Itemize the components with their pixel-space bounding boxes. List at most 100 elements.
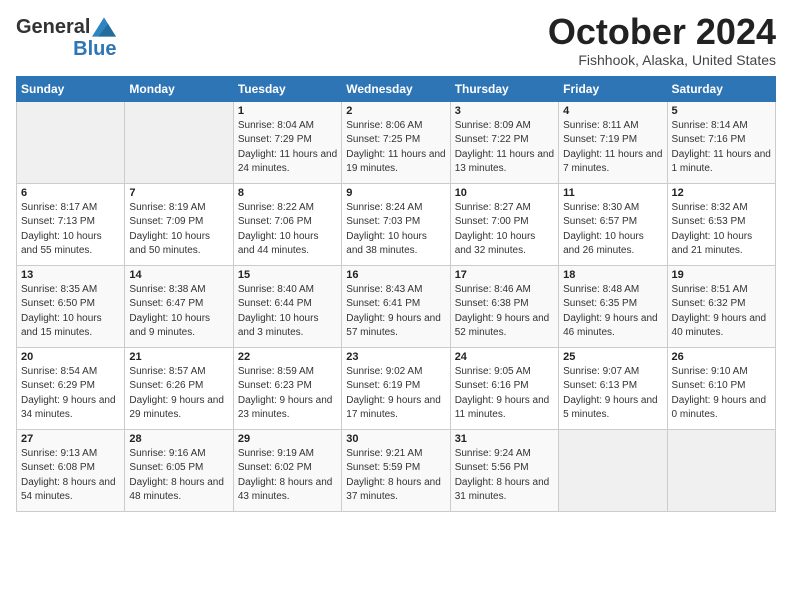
day-number: 5 <box>672 105 771 117</box>
day-info: Sunrise: 8:14 AM Sunset: 7:16 PM Dayligh… <box>672 119 771 177</box>
calendar-cell: 4 Sunrise: 8:11 AM Sunset: 7:19 PM Daylig… <box>559 101 667 183</box>
calendar-cell: 17 Sunrise: 8:46 AM Sunset: 6:38 PM Dayli… <box>450 265 558 347</box>
calendar-cell: 3Sunrise: 8:09 AM Sunset: 7:22 PM Daylig… <box>450 101 558 183</box>
day-info: Sunrise: 9:21 AM Sunset: 5:59 PM Dayligh… <box>346 447 445 505</box>
calendar-cell: 18 Sunrise: 8:48 AM Sunset: 6:35 PM Dayli… <box>559 265 667 347</box>
day-info: Sunrise: 8:19 AM Sunset: 7:09 PM Dayligh… <box>129 201 228 259</box>
calendar-cell: 2Sunrise: 8:06 AM Sunset: 7:25 PM Daylig… <box>342 101 450 183</box>
week-row-1: 1Sunrise: 8:04 AM Sunset: 7:29 PM Daylig… <box>17 101 776 183</box>
title-location: Fishhook, Alaska, United States <box>548 52 776 68</box>
week-row-4: 20 Sunrise: 8:54 AM Sunset: 6:29 PM Dayli… <box>17 347 776 429</box>
day-info: Sunrise: 8:38 AM Sunset: 6:47 PM Dayligh… <box>129 283 228 341</box>
day-number: 16 <box>346 269 445 281</box>
day-info: Sunrise: 8:57 AM Sunset: 6:26 PM Dayligh… <box>129 365 228 423</box>
calendar-cell: 15 Sunrise: 8:40 AM Sunset: 6:44 PM Dayli… <box>233 265 341 347</box>
day-info: Sunrise: 8:22 AM Sunset: 7:06 PM Dayligh… <box>238 201 337 259</box>
title-block: October 2024 Fishhook, Alaska, United St… <box>548 12 776 68</box>
day-number: 25 <box>563 351 662 363</box>
calendar-cell: 5 Sunrise: 8:14 AM Sunset: 7:16 PM Daylig… <box>667 101 775 183</box>
weekday-header-sunday: Sunday <box>17 76 125 101</box>
day-number: 14 <box>129 269 228 281</box>
day-number: 28 <box>129 433 228 445</box>
day-info: Sunrise: 9:19 AM Sunset: 6:02 PM Dayligh… <box>238 447 337 505</box>
calendar-cell <box>667 429 775 511</box>
day-info: Sunrise: 8:32 AM Sunset: 6:53 PM Dayligh… <box>672 201 771 259</box>
day-info: Sunrise: 8:24 AM Sunset: 7:03 PM Dayligh… <box>346 201 445 259</box>
day-number: 9 <box>346 187 445 199</box>
calendar-cell: 22Sunrise: 8:59 AM Sunset: 6:23 PM Dayli… <box>233 347 341 429</box>
weekday-header-saturday: Saturday <box>667 76 775 101</box>
page: General Blue October 2024 Fishhook, Alas… <box>0 0 792 520</box>
calendar-cell: 24 Sunrise: 9:05 AM Sunset: 6:16 PM Dayli… <box>450 347 558 429</box>
day-info: Sunrise: 8:43 AM Sunset: 6:41 PM Dayligh… <box>346 283 445 341</box>
calendar-cell: 11 Sunrise: 8:30 AM Sunset: 6:57 PM Dayli… <box>559 183 667 265</box>
calendar-cell: 26 Sunrise: 9:10 AM Sunset: 6:10 PM Dayli… <box>667 347 775 429</box>
weekday-header-friday: Friday <box>559 76 667 101</box>
day-info: Sunrise: 9:16 AM Sunset: 6:05 PM Dayligh… <box>129 447 228 505</box>
day-info: Sunrise: 8:48 AM Sunset: 6:35 PM Dayligh… <box>563 283 662 341</box>
day-number: 15 <box>238 269 337 281</box>
day-number: 30 <box>346 433 445 445</box>
day-number: 6 <box>21 187 120 199</box>
day-number: 12 <box>672 187 771 199</box>
day-number: 18 <box>563 269 662 281</box>
day-info: Sunrise: 8:30 AM Sunset: 6:57 PM Dayligh… <box>563 201 662 259</box>
day-info: Sunrise: 8:06 AM Sunset: 7:25 PM Dayligh… <box>346 119 445 177</box>
day-number: 3 <box>455 105 554 117</box>
day-number: 11 <box>563 187 662 199</box>
day-number: 20 <box>21 351 120 363</box>
calendar-cell: 19Sunrise: 8:51 AM Sunset: 6:32 PM Dayli… <box>667 265 775 347</box>
weekday-header-thursday: Thursday <box>450 76 558 101</box>
calendar-cell: 12 Sunrise: 8:32 AM Sunset: 6:53 PM Dayli… <box>667 183 775 265</box>
day-info: Sunrise: 9:05 AM Sunset: 6:16 PM Dayligh… <box>455 365 554 423</box>
calendar-cell: 1Sunrise: 8:04 AM Sunset: 7:29 PM Daylig… <box>233 101 341 183</box>
calendar-table: SundayMondayTuesdayWednesdayThursdayFrid… <box>16 76 776 512</box>
day-info: Sunrise: 8:11 AM Sunset: 7:19 PM Dayligh… <box>563 119 662 177</box>
calendar-cell: 29 Sunrise: 9:19 AM Sunset: 6:02 PM Dayli… <box>233 429 341 511</box>
day-number: 17 <box>455 269 554 281</box>
day-number: 21 <box>129 351 228 363</box>
logo: General Blue <box>16 16 116 60</box>
weekday-header-row: SundayMondayTuesdayWednesdayThursdayFrid… <box>17 76 776 101</box>
calendar-cell: 16 Sunrise: 8:43 AM Sunset: 6:41 PM Dayli… <box>342 265 450 347</box>
day-info: Sunrise: 8:46 AM Sunset: 6:38 PM Dayligh… <box>455 283 554 341</box>
calendar-cell <box>125 101 233 183</box>
calendar-cell: 30 Sunrise: 9:21 AM Sunset: 5:59 PM Dayli… <box>342 429 450 511</box>
day-info: Sunrise: 8:17 AM Sunset: 7:13 PM Dayligh… <box>21 201 120 259</box>
day-info: Sunrise: 9:07 AM Sunset: 6:13 PM Dayligh… <box>563 365 662 423</box>
calendar-cell: 13 Sunrise: 8:35 AM Sunset: 6:50 PM Dayli… <box>17 265 125 347</box>
week-row-2: 6 Sunrise: 8:17 AM Sunset: 7:13 PM Daylig… <box>17 183 776 265</box>
logo-general-text: General <box>16 16 90 38</box>
calendar-cell: 7Sunrise: 8:19 AM Sunset: 7:09 PM Daylig… <box>125 183 233 265</box>
calendar-cell: 27Sunrise: 9:13 AM Sunset: 6:08 PM Dayli… <box>17 429 125 511</box>
calendar-cell: 8 Sunrise: 8:22 AM Sunset: 7:06 PM Daylig… <box>233 183 341 265</box>
day-info: Sunrise: 9:13 AM Sunset: 6:08 PM Dayligh… <box>21 447 120 505</box>
day-info: Sunrise: 9:10 AM Sunset: 6:10 PM Dayligh… <box>672 365 771 423</box>
calendar-cell: 14 Sunrise: 8:38 AM Sunset: 6:47 PM Dayli… <box>125 265 233 347</box>
day-info: Sunrise: 8:54 AM Sunset: 6:29 PM Dayligh… <box>21 365 120 423</box>
day-number: 13 <box>21 269 120 281</box>
day-number: 31 <box>455 433 554 445</box>
calendar-cell: 28 Sunrise: 9:16 AM Sunset: 6:05 PM Dayli… <box>125 429 233 511</box>
day-number: 4 <box>563 105 662 117</box>
day-number: 22 <box>238 351 337 363</box>
title-month: October 2024 <box>548 12 776 52</box>
day-number: 8 <box>238 187 337 199</box>
day-info: Sunrise: 8:40 AM Sunset: 6:44 PM Dayligh… <box>238 283 337 341</box>
weekday-header-tuesday: Tuesday <box>233 76 341 101</box>
day-number: 24 <box>455 351 554 363</box>
day-number: 19 <box>672 269 771 281</box>
weekday-header-wednesday: Wednesday <box>342 76 450 101</box>
day-number: 26 <box>672 351 771 363</box>
day-info: Sunrise: 8:35 AM Sunset: 6:50 PM Dayligh… <box>21 283 120 341</box>
day-number: 29 <box>238 433 337 445</box>
day-number: 23 <box>346 351 445 363</box>
calendar-cell: 9 Sunrise: 8:24 AM Sunset: 7:03 PM Daylig… <box>342 183 450 265</box>
day-info: Sunrise: 8:27 AM Sunset: 7:00 PM Dayligh… <box>455 201 554 259</box>
day-info: Sunrise: 9:24 AM Sunset: 5:56 PM Dayligh… <box>455 447 554 505</box>
calendar-cell: 25 Sunrise: 9:07 AM Sunset: 6:13 PM Dayli… <box>559 347 667 429</box>
logo-blue-text: Blue <box>73 38 116 60</box>
week-row-5: 27Sunrise: 9:13 AM Sunset: 6:08 PM Dayli… <box>17 429 776 511</box>
logo-icon <box>92 17 116 37</box>
calendar-cell: 21 Sunrise: 8:57 AM Sunset: 6:26 PM Dayli… <box>125 347 233 429</box>
